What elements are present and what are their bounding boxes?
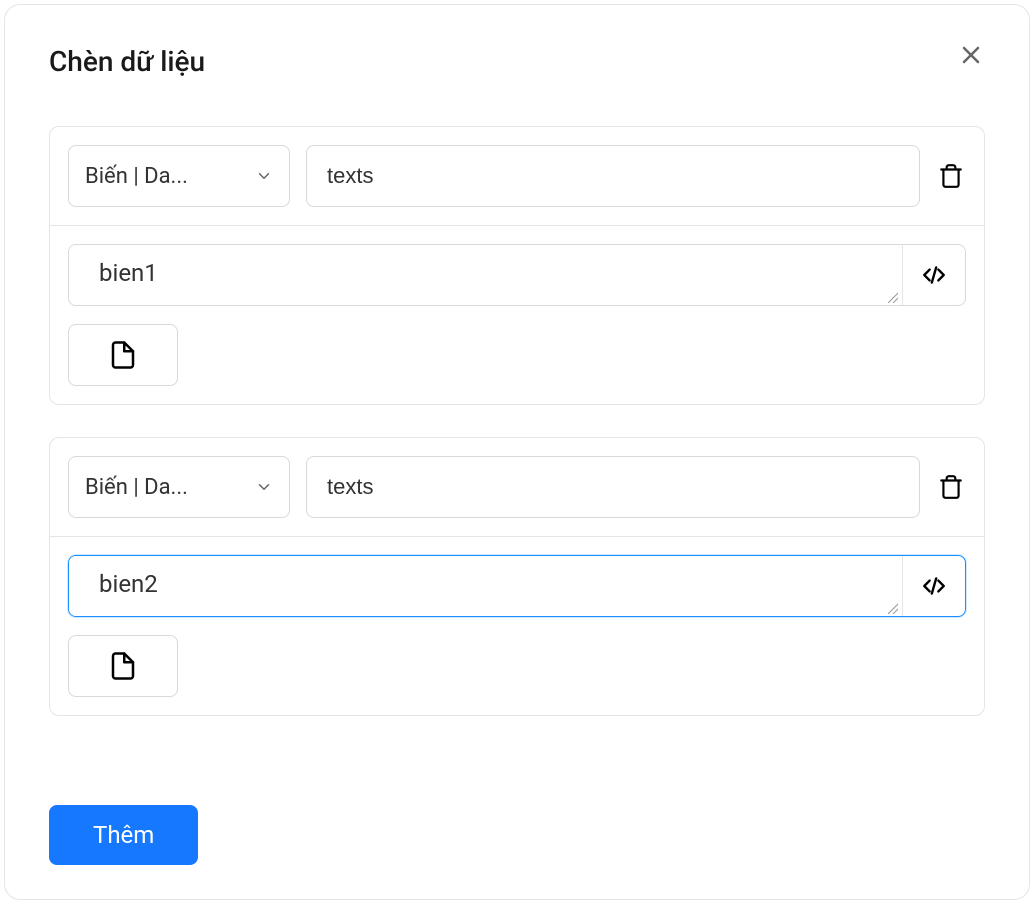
close-icon [959,43,983,67]
data-group: Biến | Da... [49,126,985,405]
file-icon [108,340,138,370]
add-button[interactable]: Thêm [49,805,198,865]
code-icon [921,573,947,599]
group-header: Biến | Da... [50,438,984,537]
delete-button[interactable] [936,472,966,502]
name-input[interactable] [306,145,920,207]
type-select-label: Biến | Da... [85,475,188,500]
trash-icon [938,163,964,189]
value-row [68,244,966,306]
value-textarea[interactable] [69,556,902,616]
value-textarea[interactable] [69,245,902,305]
name-input[interactable] [306,456,920,518]
delete-button[interactable] [936,161,966,191]
dialog-title: Chèn dữ liệu [49,45,205,78]
code-toggle-button[interactable] [903,245,965,305]
code-icon [921,262,947,288]
insert-data-dialog: Chèn dữ liệu Biến | Da... [4,4,1030,900]
value-wrap [69,245,903,305]
group-body [50,226,984,404]
file-button[interactable] [68,635,178,697]
file-button[interactable] [68,324,178,386]
value-row [68,555,966,617]
chevron-down-icon [255,478,273,496]
type-select-label: Biến | Da... [85,164,188,189]
data-group: Biến | Da... [49,437,985,716]
group-header: Biến | Da... [50,127,984,226]
value-wrap [69,556,903,616]
dialog-header: Chèn dữ liệu [49,45,985,78]
type-select[interactable]: Biến | Da... [68,145,290,207]
chevron-down-icon [255,167,273,185]
type-select[interactable]: Biến | Da... [68,456,290,518]
code-toggle-button[interactable] [903,556,965,616]
file-icon [108,651,138,681]
close-button[interactable] [957,41,985,69]
group-body [50,537,984,715]
trash-icon [938,474,964,500]
